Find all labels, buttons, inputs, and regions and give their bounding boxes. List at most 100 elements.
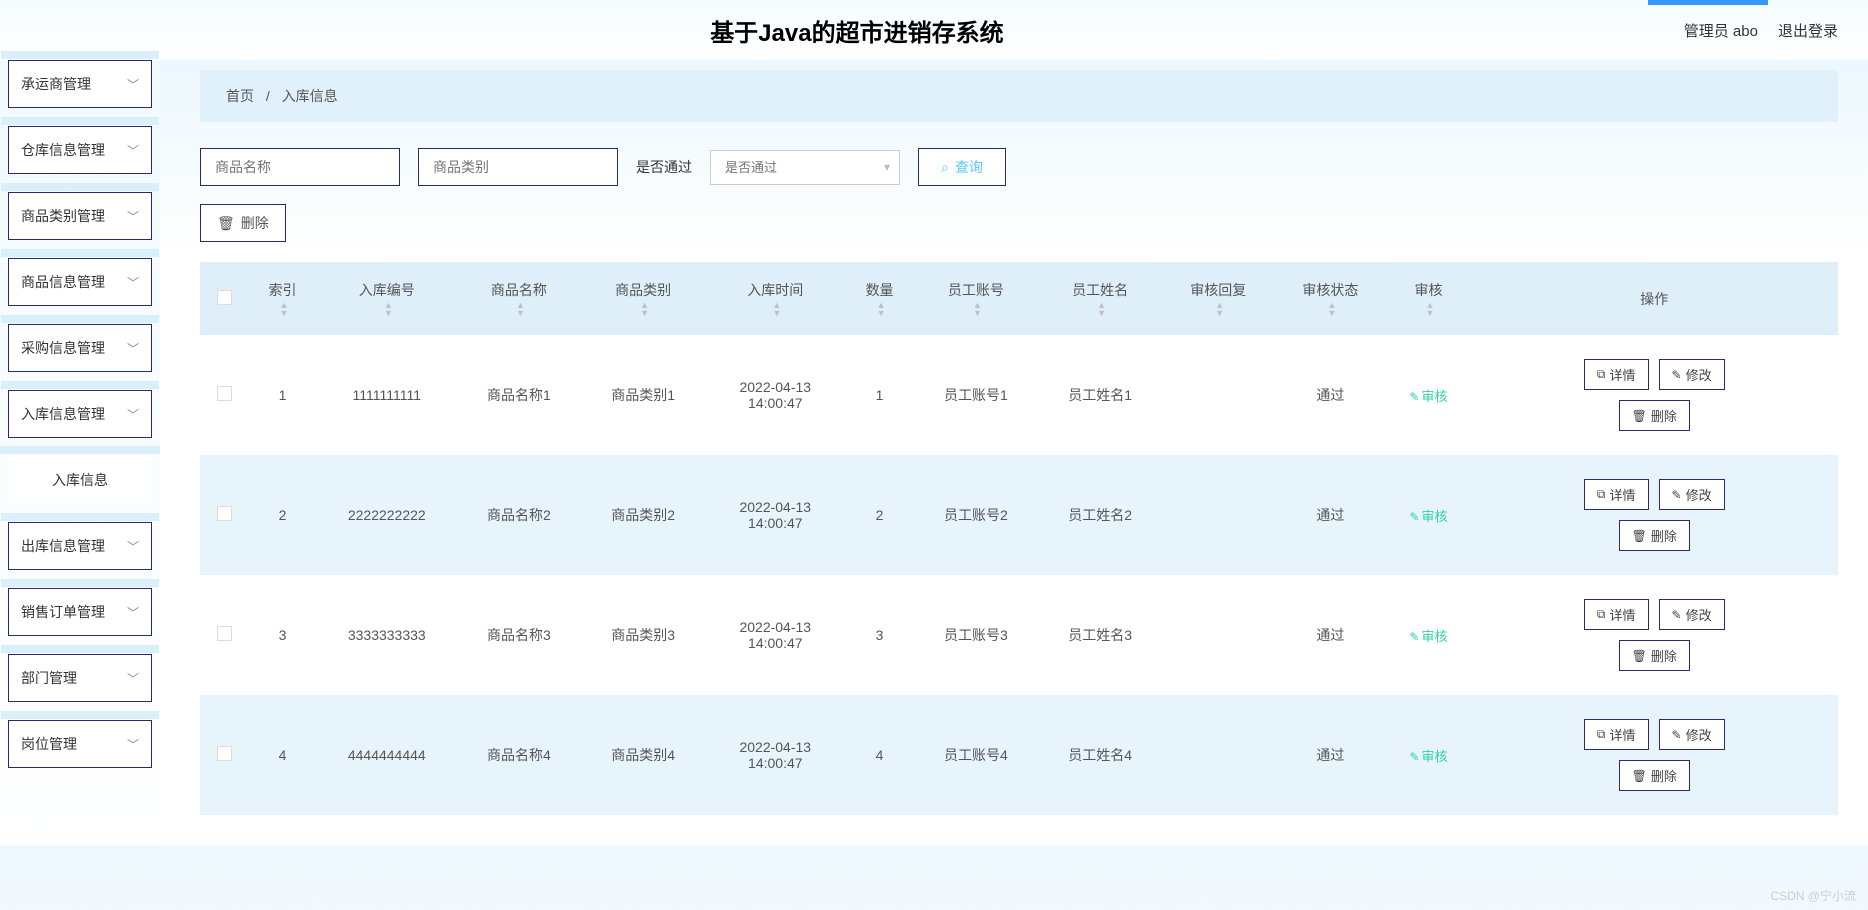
chevron-down-icon: ﹀ — [127, 670, 139, 687]
sidebar-item-7[interactable]: 出库信息管理﹀ — [8, 522, 152, 570]
delete-button[interactable]: 🗑删除 — [1619, 400, 1690, 431]
sidebar-item-label: 入库信息管理 — [21, 404, 105, 424]
op-label: 删除 — [1651, 646, 1677, 665]
trash-icon: 🗑 — [217, 215, 235, 232]
delete-button[interactable]: 🗑 删除 — [1619, 520, 1690, 551]
cell-status: 通过 — [1274, 695, 1386, 815]
col-header-10[interactable]: 审核▲▼ — [1386, 262, 1470, 335]
edit-icon: ✎ — [1672, 608, 1682, 622]
detail-button[interactable]: ⧉详情 — [1584, 479, 1649, 510]
sidebar-item-2[interactable]: 商品类别管理﹀ — [8, 192, 152, 240]
edit-icon: ✎ — [1409, 750, 1419, 764]
edit-icon: ✎ — [1409, 390, 1419, 404]
delete-icon: 🗑 — [1632, 529, 1647, 543]
main-content: 首页 / 入库信息 是否通过 ▾ ⌕ 查询 🗑 删除 索 — [160, 60, 1868, 845]
table-row: 44444444444商品名称4商品类别42022-04-13 14:00:47… — [200, 695, 1838, 815]
search-icon: ⌕ — [941, 159, 949, 176]
logout-link[interactable]: 退出登录 — [1778, 20, 1838, 41]
header-right: 管理员 abo 退出登录 — [1684, 20, 1838, 41]
sidebar-item-5[interactable]: 入库信息管理﹀ — [8, 390, 152, 438]
sidebar-item-6[interactable]: 入库信息 — [8, 456, 152, 504]
select-all-checkbox[interactable] — [217, 290, 232, 305]
row-checkbox[interactable] — [217, 386, 232, 401]
col-header-5[interactable]: 数量▲▼ — [845, 262, 913, 335]
app-header: 基于Java的超市进销存系统 管理员 abo 退出登录 — [0, 0, 1868, 60]
sort-icon: ▲▼ — [1327, 301, 1336, 317]
sidebar-item-3[interactable]: 商品信息管理﹀ — [8, 258, 152, 306]
bulk-delete-button[interactable]: 🗑 删除 — [200, 204, 286, 242]
sidebar-item-8[interactable]: 销售订单管理 ﹀ — [8, 588, 152, 636]
audit-link[interactable]: ✎审核 — [1409, 749, 1447, 764]
cell-cat: 商品类别1 — [581, 335, 705, 455]
sidebar-item-label: 销售订单管理 — [21, 602, 105, 622]
audit-link[interactable]: ✎审核 — [1409, 509, 1447, 524]
edit-button[interactable]: ✎修改 — [1659, 479, 1725, 510]
row-checkbox[interactable] — [217, 506, 232, 521]
detail-button[interactable]: ⧉详情 — [1584, 359, 1649, 390]
sidebar-item-9[interactable]: 部门管理﹀ — [8, 654, 152, 702]
edit-button[interactable]: ✎修改 — [1659, 599, 1725, 630]
cell-code: 2222222222 — [317, 455, 457, 575]
cell-idx: 4 — [248, 695, 316, 815]
sidebar-item-label: 承运商管理 — [21, 74, 91, 94]
edit-icon: ✎ — [1672, 368, 1682, 382]
op-label: 详情 — [1610, 365, 1636, 384]
cell-qty: 3 — [845, 575, 913, 695]
cell-code: 3333333333 — [317, 575, 457, 695]
audit-link[interactable]: ✎审核 — [1409, 389, 1447, 404]
edit-button[interactable]: ✎修改 — [1659, 359, 1725, 390]
breadcrumb: 首页 / 入库信息 — [200, 70, 1838, 122]
chevron-down-icon: ﹀ — [127, 604, 139, 621]
delete-button[interactable]: 🗑删除 — [1619, 760, 1690, 791]
audit-label: 审核 — [1421, 629, 1447, 644]
table-row: 33333333333商品名称3商品类别32022-04-13 14:00:47… — [200, 575, 1838, 695]
op-label: 删除 — [1651, 526, 1677, 545]
query-button[interactable]: ⌕ 查询 — [918, 148, 1006, 186]
cell-emp_no: 员工账号4 — [914, 695, 1038, 815]
search-bar: 是否通过 ▾ ⌕ 查询 — [200, 148, 1838, 186]
sidebar-item-label: 岗位管理 — [21, 734, 77, 754]
col-header-4[interactable]: 入库时间▲▼ — [705, 262, 845, 335]
chevron-down-icon: ﹀ — [127, 538, 139, 555]
col-header-label: 员工姓名 — [1072, 282, 1128, 298]
sidebar-item-1[interactable]: 仓库信息管理﹀ — [8, 126, 152, 174]
user-label[interactable]: 管理员 abo — [1684, 20, 1758, 41]
cell-time: 2022-04-13 14:00:47 — [705, 335, 845, 455]
product-name-input[interactable] — [200, 148, 400, 186]
col-header-8[interactable]: 审核回复▲▼ — [1162, 262, 1274, 335]
chevron-down-icon: ﹀ — [127, 340, 139, 357]
cell-emp_no: 员工账号1 — [914, 335, 1038, 455]
row-checkbox[interactable] — [217, 746, 232, 761]
col-header-1[interactable]: 入库编号▲▼ — [317, 262, 457, 335]
pass-filter-select[interactable] — [710, 150, 900, 185]
edit-button[interactable]: ✎修改 — [1659, 719, 1725, 750]
col-header-6[interactable]: 员工账号▲▼ — [914, 262, 1038, 335]
edit-icon: ✎ — [1409, 630, 1419, 644]
product-category-input[interactable] — [418, 148, 618, 186]
delete-button[interactable]: 🗑删除 — [1619, 640, 1690, 671]
breadcrumb-sep: / — [266, 88, 270, 104]
col-header-7[interactable]: 员工姓名▲▼ — [1038, 262, 1162, 335]
chevron-down-icon: ﹀ — [127, 274, 139, 291]
col-header-0[interactable]: 索引▲▼ — [248, 262, 316, 335]
sidebar-item-0[interactable]: 承运商管理﹀ — [8, 60, 152, 108]
op-label: 详情 — [1610, 605, 1636, 624]
sidebar-item-label: 入库信息 — [52, 470, 108, 490]
col-header-label: 审核 — [1414, 282, 1442, 298]
col-header-9[interactable]: 审核状态▲▼ — [1274, 262, 1386, 335]
col-header-3[interactable]: 商品类别▲▼ — [581, 262, 705, 335]
breadcrumb-home[interactable]: 首页 — [226, 88, 254, 104]
row-checkbox[interactable] — [217, 626, 232, 641]
sidebar-item-4[interactable]: 采购信息管理﹀ — [8, 324, 152, 372]
sidebar-item-10[interactable]: 岗位管理﹀ — [8, 720, 152, 768]
top-accent-bar — [1648, 0, 1768, 5]
audit-label: 审核 — [1421, 749, 1447, 764]
sort-icon: ▲▼ — [280, 301, 289, 317]
col-header-label: 商品名称 — [491, 282, 547, 298]
col-header-2[interactable]: 商品名称▲▼ — [457, 262, 581, 335]
detail-button[interactable]: ⧉详情 — [1584, 719, 1649, 750]
cell-emp_no: 员工账号2 — [914, 455, 1038, 575]
audit-link[interactable]: ✎审核 — [1409, 629, 1447, 644]
sidebar-item-label: 仓库信息管理 — [21, 140, 105, 160]
detail-button[interactable]: ⧉详情 — [1584, 599, 1649, 630]
